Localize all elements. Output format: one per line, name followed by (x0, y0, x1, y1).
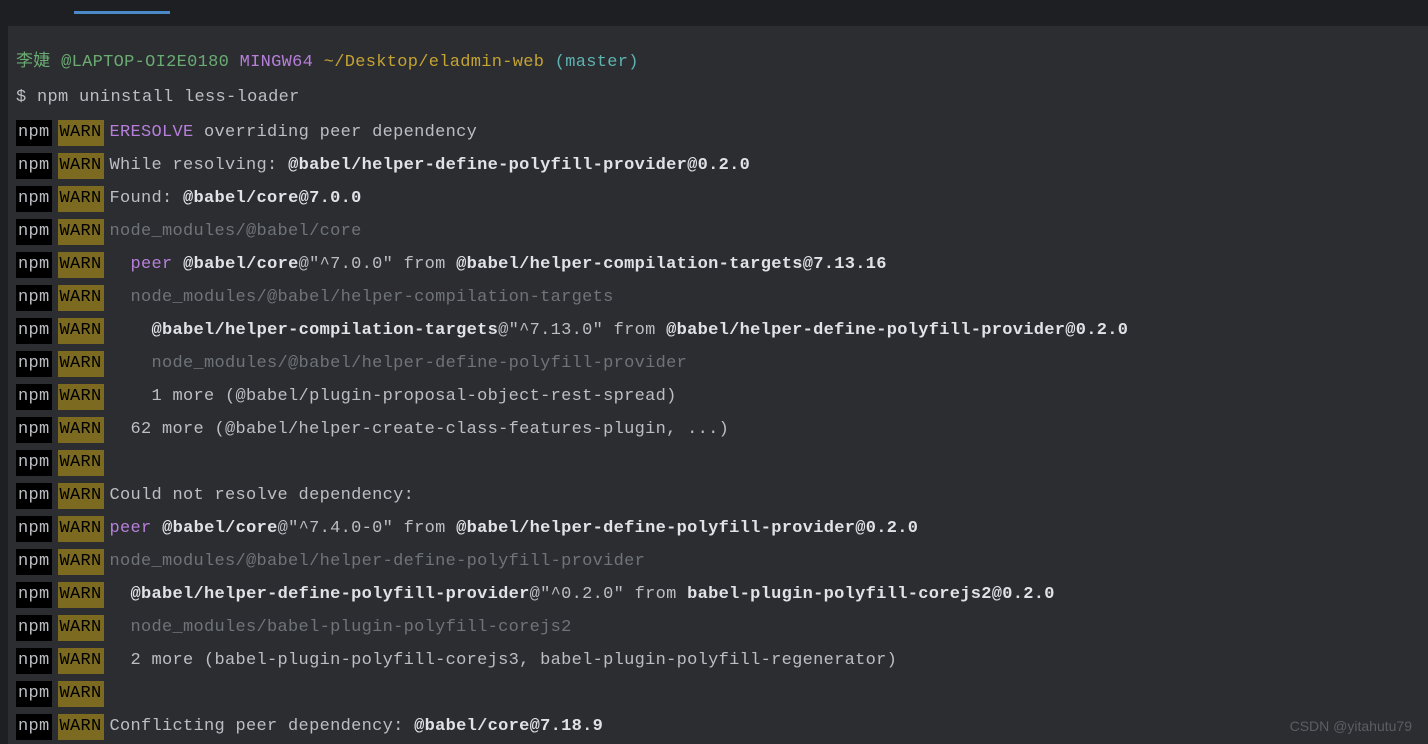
npm-tag: npm (16, 384, 52, 410)
npm-tag: npm (16, 450, 52, 476)
warn-tag: WARN (58, 285, 104, 311)
warn-tag: WARN (58, 417, 104, 443)
warn-message: peer @babel/core@"^7.0.0" from @babel/he… (110, 248, 887, 281)
warn-tag: WARN (58, 648, 104, 674)
prompt-dollar: $ (16, 81, 27, 114)
output-line: npmWARN node_modules/@babel/helper-compi… (0, 281, 1428, 314)
output-line: npmWARN node_modules/babel-plugin-polyfi… (0, 611, 1428, 644)
output-line: npmWARN 62 more (@babel/helper-create-cl… (0, 413, 1428, 446)
warn-message: @babel/helper-define-polyfill-provider@"… (110, 578, 1055, 611)
warn-message: node_modules/@babel/helper-define-polyfi… (110, 347, 688, 380)
warn-tag: WARN (58, 384, 104, 410)
warn-tag: WARN (58, 549, 104, 575)
npm-tag: npm (16, 186, 52, 212)
npm-tag: npm (16, 285, 52, 311)
output-line: npmWARN @babel/helper-define-polyfill-pr… (0, 578, 1428, 611)
warn-message: ERESOLVE overriding peer dependency (110, 116, 478, 149)
warn-tag: WARN (58, 120, 104, 146)
warn-tag: WARN (58, 615, 104, 641)
output-line: npmWARN peer @babel/core@"^7.0.0" from @… (0, 248, 1428, 281)
warn-tag: WARN (58, 252, 104, 278)
output-line: npmWARNCould not resolve dependency: (0, 479, 1428, 512)
warn-message: Conflicting peer dependency: @babel/core… (110, 710, 604, 743)
warn-tag: WARN (58, 483, 104, 509)
warn-tag: WARN (58, 516, 104, 542)
output-line: npmWARN node_modules/@babel/helper-defin… (0, 347, 1428, 380)
shell-prompt: 李婕 @LAPTOP-OI2E0180 MINGW64 ~/Desktop/el… (0, 46, 1428, 79)
warn-tag: WARN (58, 582, 104, 608)
output-line: npmWARN (0, 677, 1428, 710)
output-line: npmWARNpeer @babel/core@"^7.4.0-0" from … (0, 512, 1428, 545)
npm-tag: npm (16, 714, 52, 740)
npm-tag: npm (16, 351, 52, 377)
npm-tag: npm (16, 417, 52, 443)
prompt-path: ~/Desktop/eladmin-web (324, 46, 545, 79)
warn-tag: WARN (58, 153, 104, 179)
watermark: CSDN @yitahutu79 (1290, 718, 1412, 734)
npm-tag: npm (16, 219, 52, 245)
warn-message: peer @babel/core@"^7.4.0-0" from @babel/… (110, 512, 919, 545)
npm-tag: npm (16, 252, 52, 278)
npm-tag: npm (16, 318, 52, 344)
warn-message: 1 more (@babel/plugin-proposal-object-re… (110, 380, 677, 413)
output-line: npmWARN (0, 446, 1428, 479)
output-lines: npmWARNERESOLVE overriding peer dependen… (0, 116, 1428, 743)
warn-message: 2 more (babel-plugin-polyfill-corejs3, b… (110, 644, 898, 677)
output-line: npmWARNConflicting peer dependency: @bab… (0, 710, 1428, 743)
npm-tag: npm (16, 120, 52, 146)
warn-message: node_modules/@babel/core (110, 215, 362, 248)
warn-tag: WARN (58, 714, 104, 740)
npm-tag: npm (16, 516, 52, 542)
warn-message: node_modules/babel-plugin-polyfill-corej… (110, 611, 572, 644)
warn-tag: WARN (58, 450, 104, 476)
warn-message: Could not resolve dependency: (110, 479, 415, 512)
command-line[interactable]: $ npm uninstall less-loader (0, 81, 1428, 114)
warn-tag: WARN (58, 318, 104, 344)
warn-tag: WARN (58, 351, 104, 377)
output-line: npmWARN @babel/helper-compilation-target… (0, 314, 1428, 347)
npm-tag: npm (16, 483, 52, 509)
command-text: npm uninstall less-loader (37, 81, 300, 114)
warn-tag: WARN (58, 186, 104, 212)
npm-tag: npm (16, 549, 52, 575)
terminal-panel[interactable]: 李婕 @LAPTOP-OI2E0180 MINGW64 ~/Desktop/el… (0, 26, 1428, 743)
npm-tag: npm (16, 615, 52, 641)
output-line: npmWARNnode_modules/@babel/core (0, 215, 1428, 248)
active-tab-indicator (74, 11, 170, 14)
warn-message: 62 more (@babel/helper-create-class-feat… (110, 413, 730, 446)
warn-message: node_modules/@babel/helper-compilation-t… (110, 281, 614, 314)
prompt-user: 李婕 (16, 46, 51, 79)
output-line: npmWARN 2 more (babel-plugin-polyfill-co… (0, 644, 1428, 677)
prompt-branch: (master) (555, 46, 639, 79)
output-line: npmWARNnode_modules/@babel/helper-define… (0, 545, 1428, 578)
warn-tag: WARN (58, 681, 104, 707)
npm-tag: npm (16, 681, 52, 707)
warn-tag: WARN (58, 219, 104, 245)
warn-message: While resolving: @babel/helper-define-po… (110, 149, 751, 182)
output-line: npmWARNWhile resolving: @babel/helper-de… (0, 149, 1428, 182)
output-line: npmWARN 1 more (@babel/plugin-proposal-o… (0, 380, 1428, 413)
prompt-host: @LAPTOP-OI2E0180 (61, 46, 229, 79)
warn-message: Found: @babel/core@7.0.0 (110, 182, 362, 215)
npm-tag: npm (16, 648, 52, 674)
npm-tag: npm (16, 153, 52, 179)
warn-message: @babel/helper-compilation-targets@"^7.13… (110, 314, 1129, 347)
npm-tag: npm (16, 582, 52, 608)
warn-message: node_modules/@babel/helper-define-polyfi… (110, 545, 646, 578)
output-line: npmWARNFound: @babel/core@7.0.0 (0, 182, 1428, 215)
output-line: npmWARNERESOLVE overriding peer dependen… (0, 116, 1428, 149)
window-titlebar (0, 0, 1428, 26)
prompt-shell: MINGW64 (240, 46, 314, 79)
